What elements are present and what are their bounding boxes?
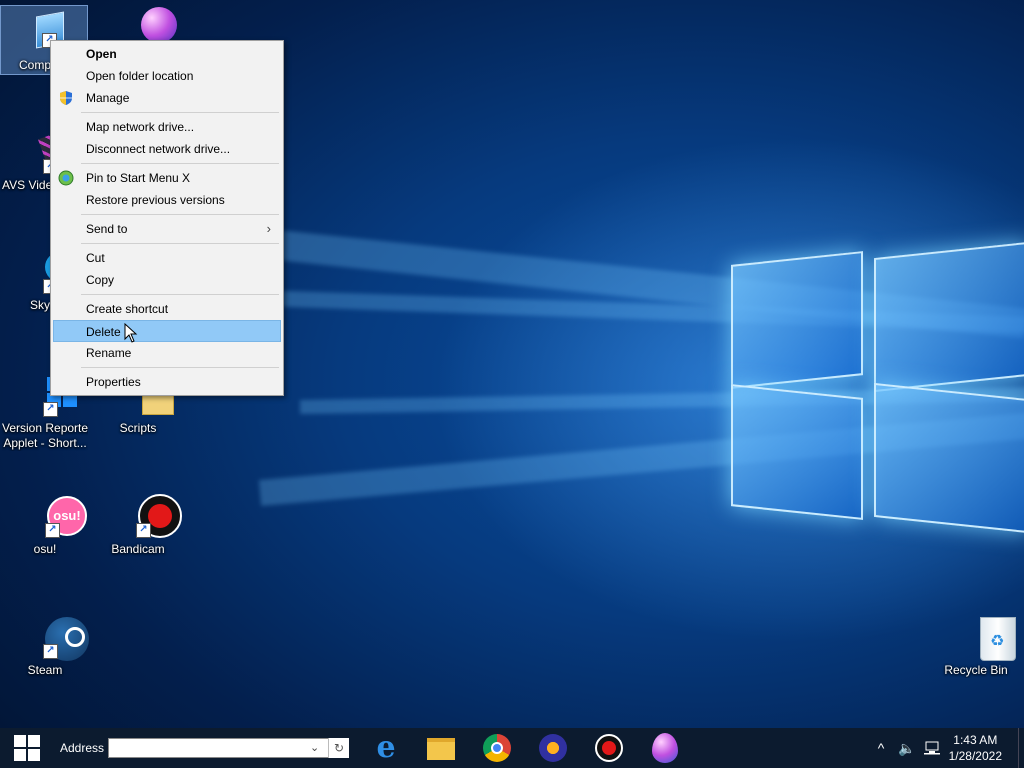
start-button[interactable] (0, 728, 54, 768)
address-label: Address (60, 741, 105, 755)
steam-icon: ↗ (23, 615, 89, 661)
taskbar-app-edge[interactable]: e (364, 728, 408, 768)
menu-separator (81, 163, 279, 164)
menu-separator (81, 243, 279, 244)
menu-item-rename[interactable]: Rename (53, 342, 281, 364)
volume-icon[interactable]: 🔈 (896, 728, 918, 768)
menu-item-map-network-drive[interactable]: Map network drive... (53, 116, 281, 138)
menu-separator (81, 294, 279, 295)
menu-item-delete[interactable]: Delete (53, 320, 281, 342)
menu-item-cut[interactable]: Cut (53, 247, 281, 269)
shield-icon (58, 90, 74, 106)
file-explorer-icon (427, 738, 455, 760)
menu-separator (81, 214, 279, 215)
desktop-icon-label: osu! (33, 542, 57, 556)
address-go-button[interactable]: ↻ (328, 738, 349, 758)
osu-icon: osu! ↗ (23, 494, 87, 538)
desktop-icon-osu[interactable]: osu! ↗ osu! (2, 494, 88, 557)
edge-icon: e (376, 730, 396, 765)
menu-item-open-folder-location[interactable]: Open folder location (53, 65, 281, 87)
paint-icon (652, 733, 678, 763)
menu-item-properties[interactable]: Properties (53, 371, 281, 393)
bandicam-icon (595, 734, 623, 762)
menu-separator (81, 367, 279, 368)
taskbar-app-paint[interactable] (643, 728, 687, 768)
desktop-icon-label: Scripts (119, 421, 157, 435)
tray-overflow-chevron-icon[interactable]: ^ (872, 728, 890, 768)
menu-item-copy[interactable]: Copy (53, 269, 281, 291)
address-dropdown-icon[interactable]: ⌄ (310, 738, 324, 758)
app-icon (539, 734, 567, 762)
show-desktop-button[interactable] (1018, 728, 1024, 768)
chrome-icon (483, 734, 511, 762)
context-menu: Open Open folder location Manage Map net… (50, 40, 284, 396)
menu-item-manage[interactable]: Manage (53, 87, 281, 109)
mouse-cursor-icon (124, 323, 138, 343)
desktop-icon-label: Recycle Bin (944, 663, 1008, 677)
menu-item-open[interactable]: Open (53, 43, 281, 65)
windows-logo-pane (731, 251, 863, 389)
menu-item-restore-previous-versions[interactable]: Restore previous versions (53, 189, 281, 211)
windows-logo-pane (874, 241, 1024, 393)
menu-item-create-shortcut[interactable]: Create shortcut (53, 298, 281, 320)
recycle-bin-icon: ♻ (954, 615, 1016, 661)
menu-item-pin-to-start-menu-x[interactable]: Pin to Start Menu X (53, 167, 281, 189)
taskbar-app-file-explorer[interactable] (419, 728, 463, 768)
taskbar-app-bandicam[interactable] (587, 728, 631, 768)
desktop-icon-label: Applet - Short... (3, 436, 87, 450)
desktop-icon-steam[interactable]: ↗ Steam (2, 615, 89, 678)
clock-time: 1:43 AM (953, 733, 998, 747)
taskbar-app-unknown[interactable] (531, 728, 575, 768)
pin-icon (58, 170, 74, 186)
desktop-icon-label: Steam (27, 663, 63, 677)
clock-date: 1/28/2022 (948, 749, 1002, 763)
desktop-icon-paint[interactable] (96, 5, 182, 43)
network-icon[interactable] (922, 728, 944, 768)
windows-logo-pane (731, 384, 863, 520)
chevron-right-icon: › (266, 221, 271, 236)
menu-separator (81, 112, 279, 113)
windows-start-icon (14, 735, 40, 761)
menu-item-send-to[interactable]: Send to › (53, 218, 281, 240)
windows-logo-pane (874, 382, 1024, 534)
bandicam-icon: ↗ (116, 494, 182, 538)
desktop-icon-recycle-bin[interactable]: ♻ Recycle Bin (933, 615, 1019, 678)
desktop-icon-label: Bandicam (111, 542, 165, 556)
menu-item-disconnect-network-drive[interactable]: Disconnect network drive... (53, 138, 281, 160)
clock[interactable]: 1:43 AM 1/28/2022 (949, 732, 1002, 764)
taskbar-app-chrome[interactable] (475, 728, 519, 768)
desktop-icon-label: Version Reporter (2, 421, 88, 435)
desktop-icon-bandicam[interactable]: ↗ Bandicam (95, 494, 182, 557)
